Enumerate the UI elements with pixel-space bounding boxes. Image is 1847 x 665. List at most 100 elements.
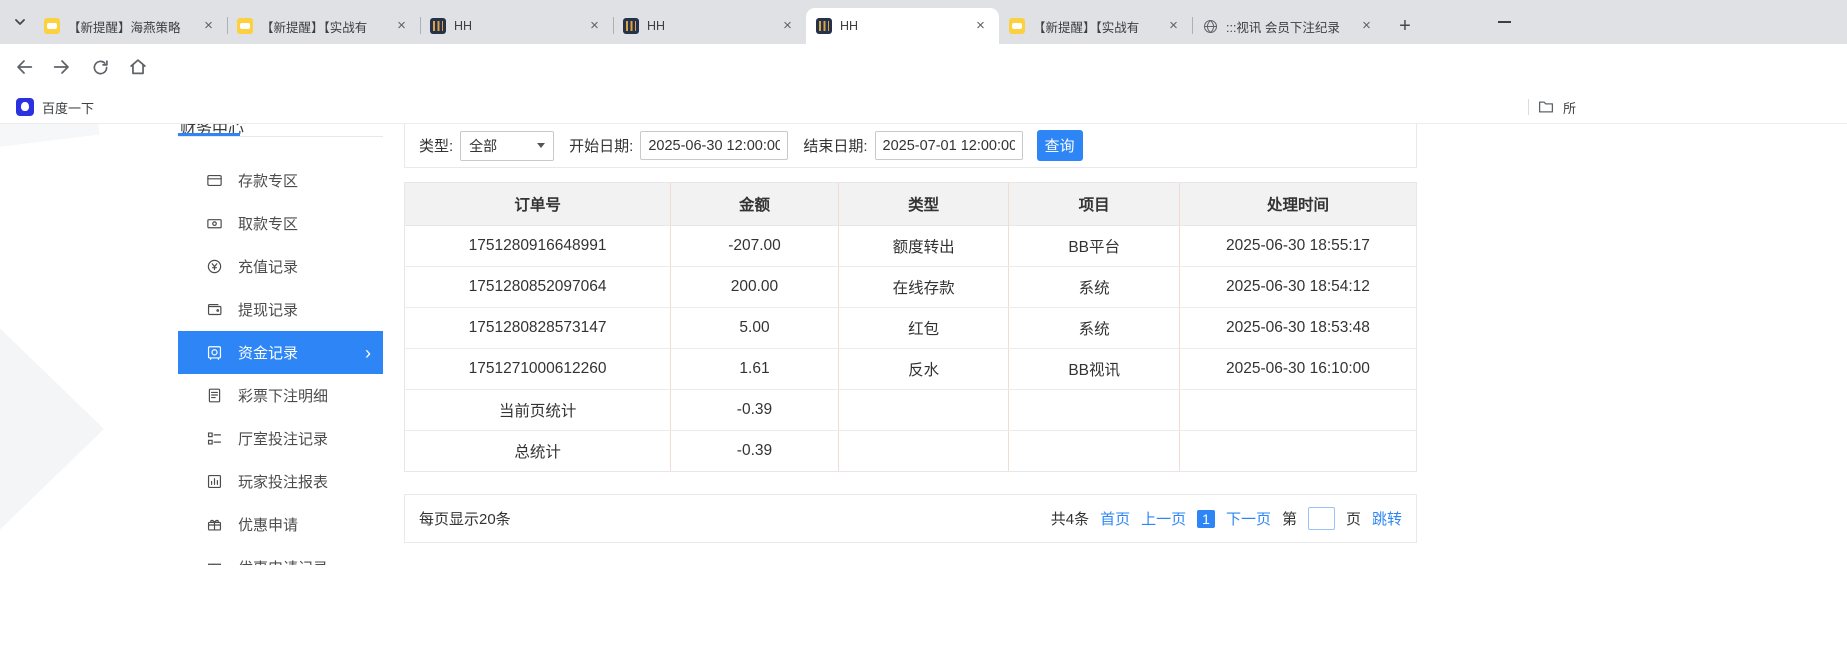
bookmarks-divider: [1528, 99, 1529, 115]
sidebar-item-label: 充值记录: [238, 256, 298, 277]
table-row: 1751280828573147 5.00 红包 系统 2025-06-30 1…: [405, 307, 1416, 348]
browser-tab[interactable]: :::视讯 会员下注纪录 ×: [1192, 8, 1385, 44]
current-page-badge[interactable]: 1: [1197, 510, 1215, 528]
col-header-type: 类型: [838, 183, 1009, 225]
home-button[interactable]: [126, 55, 150, 79]
cell-order-id: 1751280852097064: [405, 266, 671, 307]
funds-table: 订单号 金额 类型 项目 处理时间 1751280916648991 -207.…: [405, 183, 1416, 471]
funds-table-panel: 订单号 金额 类型 项目 处理时间 1751280916648991 -207.…: [404, 182, 1417, 472]
tab-close-icon[interactable]: ×: [586, 18, 603, 35]
table-row: 1751271000612260 1.61 反水 BB视讯 2025-06-30…: [405, 348, 1416, 389]
jump-suffix-label: 页: [1346, 508, 1361, 529]
type-select[interactable]: 全部: [460, 131, 554, 161]
tab-title: HH: [840, 19, 964, 33]
cell-empty: [1009, 389, 1180, 430]
sidebar-item-recharge-records[interactable]: 充值记录: [178, 245, 383, 288]
next-page-link[interactable]: 下一页: [1226, 508, 1271, 529]
cell-empty: [1179, 389, 1416, 430]
chat-favicon-icon: [44, 18, 60, 34]
forward-button[interactable]: [50, 55, 74, 79]
globe-favicon-icon: [1202, 18, 1218, 34]
pagination-bar: 每页显示20条 共4条 首页 上一页 1 下一页 第 页 跳转: [404, 494, 1417, 543]
tab-title: HH: [454, 19, 578, 33]
chevron-right-icon: ›: [365, 344, 371, 362]
coin-icon: [206, 258, 223, 275]
browser-tab[interactable]: HH ×: [420, 8, 613, 44]
filter-bar: 类型: 全部 开始日期: 结束日期: 查询: [404, 124, 1417, 168]
col-header-project: 项目: [1009, 183, 1180, 225]
sidebar: 财务中心 存款专区 取款专区 充值记录 提现记录: [178, 124, 383, 565]
end-date-input[interactable]: [875, 131, 1023, 160]
sidebar-item-promo-apply[interactable]: 优惠申请: [178, 503, 383, 546]
type-label: 类型:: [419, 135, 453, 156]
sidebar-item-player-bet-report[interactable]: 玩家投注报表: [178, 460, 383, 503]
tab-strip: 【新提醒】海燕策略 × 【新提醒】【实战有 × HH × HH × HH: [0, 0, 1847, 44]
chart-icon: [206, 473, 223, 490]
browser-tab[interactable]: 【新提醒】【实战有 ×: [999, 8, 1192, 44]
home-icon: [127, 56, 149, 78]
sidebar-item-promo-apply-records[interactable]: 优惠申请记录: [178, 546, 383, 565]
browser-tab[interactable]: 【新提醒】【实战有 ×: [227, 8, 420, 44]
cell-project: BB视讯: [1009, 348, 1180, 389]
cell-empty: [838, 430, 1009, 471]
browser-tab[interactable]: HH ×: [613, 8, 806, 44]
sidebar-item-label: 取款专区: [238, 213, 298, 234]
minimize-button[interactable]: [1488, 8, 1520, 36]
start-date-input[interactable]: [640, 131, 788, 160]
bookmarks-folder-label: 所: [1563, 98, 1576, 117]
total-count: 共4条: [1051, 508, 1089, 529]
search-button[interactable]: 查询: [1037, 130, 1083, 161]
page-size-text: 每页显示20条: [419, 508, 511, 529]
cell-type: 红包: [838, 307, 1009, 348]
all-bookmarks-button[interactable]: 所: [1528, 95, 1576, 119]
col-header-amount: 金额: [671, 183, 839, 225]
tab-close-icon[interactable]: ×: [972, 18, 989, 35]
prev-page-link[interactable]: 上一页: [1141, 508, 1186, 529]
cell-amount: 200.00: [671, 266, 839, 307]
deposit-card-icon: [206, 172, 223, 189]
sidebar-item-withdraw-records[interactable]: 提现记录: [178, 288, 383, 331]
new-tab-button[interactable]: +: [1389, 8, 1421, 44]
back-button[interactable]: [12, 55, 36, 79]
baidu-favicon-icon: [16, 98, 34, 116]
sidebar-item-lottery-bet-details[interactable]: 彩票下注明细: [178, 374, 383, 417]
tab-title: 【新提醒】【实战有: [1033, 17, 1157, 36]
tab-close-icon[interactable]: ×: [200, 18, 217, 35]
type-select-value: 全部: [469, 136, 497, 156]
tab-close-icon[interactable]: ×: [1165, 18, 1182, 35]
col-header-processed-time: 处理时间: [1179, 183, 1416, 225]
pagination-controls: 共4条 首页 上一页 1 下一页 第 页 跳转: [1051, 507, 1402, 530]
page-content: 财务中心 存款专区 取款专区 充值记录 提现记录: [0, 124, 1847, 665]
cell-processed-time: 2025-06-30 18:54:12: [1179, 266, 1416, 307]
browser-window: 【新提醒】海燕策略 × 【新提醒】【实战有 × HH × HH × HH: [0, 0, 1847, 665]
tab-close-icon[interactable]: ×: [393, 18, 410, 35]
cell-empty: [838, 389, 1009, 430]
table-row: 1751280852097064 200.00 在线存款 系统 2025-06-…: [405, 266, 1416, 307]
jump-page-input[interactable]: [1308, 507, 1335, 530]
background-decoration: [0, 124, 100, 149]
sidebar-item-withdraw-zone[interactable]: 取款专区: [178, 202, 383, 245]
browser-tab-active[interactable]: HH ×: [806, 8, 999, 44]
jump-button[interactable]: 跳转: [1372, 508, 1402, 529]
tab-search-button[interactable]: [7, 9, 33, 35]
cell-amount: -207.00: [671, 225, 839, 266]
chat-favicon-icon: [237, 18, 253, 34]
cell-amount: 1.61: [671, 348, 839, 389]
bookmark-baidu[interactable]: 百度一下: [10, 95, 100, 119]
chevron-down-icon: [537, 143, 545, 148]
sidebar-item-hall-bet-records[interactable]: 厅室投注记录: [178, 417, 383, 460]
tab-close-icon[interactable]: ×: [1358, 18, 1375, 35]
jump-prefix-label: 第: [1282, 508, 1297, 529]
chat-favicon-icon: [1009, 18, 1025, 34]
first-page-link[interactable]: 首页: [1100, 508, 1130, 529]
bookmarks-bar: 百度一下 所: [0, 90, 1847, 124]
refresh-button[interactable]: [88, 55, 112, 79]
sidebar-item-deposit-zone[interactable]: 存款专区: [178, 159, 383, 202]
browser-tab[interactable]: 【新提醒】海燕策略 ×: [34, 8, 227, 44]
sidebar-item-funds-records[interactable]: 资金记录 ›: [178, 331, 383, 374]
sidebar-item-label: 存款专区: [238, 170, 298, 191]
tab-close-icon[interactable]: ×: [779, 18, 796, 35]
cell-order-id: 1751280828573147: [405, 307, 671, 348]
sidebar-item-label: 优惠申请记录: [238, 557, 328, 565]
background-decoration: [0, 282, 104, 576]
